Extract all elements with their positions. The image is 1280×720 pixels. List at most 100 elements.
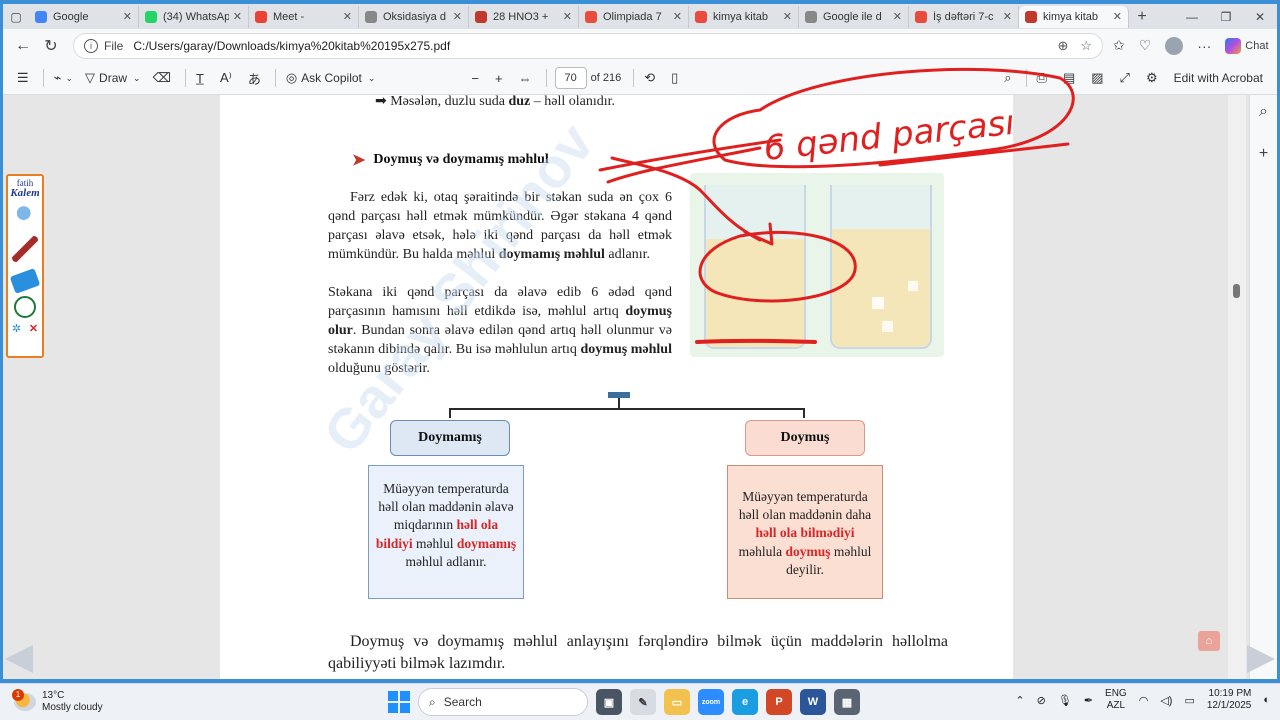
browser-tab[interactable]: Oksidasiya d ✕ bbox=[359, 5, 469, 28]
tab-close-icon[interactable]: ✕ bbox=[673, 10, 682, 23]
sidebar-add-icon[interactable]: + bbox=[1250, 145, 1277, 163]
save-icon[interactable]: ▤ bbox=[1057, 65, 1085, 91]
edge-browser-icon[interactable]: e bbox=[732, 689, 758, 715]
favorite-star-icon[interactable]: ☆ bbox=[1080, 38, 1092, 54]
kalem-logo: fatih Kalem bbox=[8, 178, 42, 199]
zoom-icon[interactable]: ⊕ bbox=[1057, 38, 1068, 54]
pen-menu-icon[interactable]: ✒ bbox=[1084, 694, 1093, 707]
minimize-icon[interactable]: — bbox=[1175, 10, 1209, 24]
pointer-hand-icon[interactable] bbox=[12, 204, 38, 230]
browser-tab[interactable]: 28 HNO3 + ✕ bbox=[469, 5, 579, 28]
browser-tab[interactable]: İş dəftəri 7-c ✕ bbox=[909, 5, 1019, 28]
search-pdf-icon[interactable]: ⌕ bbox=[998, 65, 1021, 91]
fullscreen-icon[interactable]: ⤢ bbox=[1114, 65, 1140, 91]
next-page-arrow[interactable] bbox=[1247, 645, 1275, 673]
scrollbar-thumb[interactable] bbox=[1233, 284, 1240, 298]
acrobat-icon[interactable]: ⌂ bbox=[1198, 631, 1220, 651]
settings-gear-icon[interactable]: ⚙ bbox=[1140, 65, 1168, 91]
tab-close-icon[interactable]: ✕ bbox=[453, 10, 462, 23]
more-options-icon[interactable]: ··· bbox=[1197, 38, 1211, 54]
pen-tool-taskbar-icon[interactable]: ✎ bbox=[630, 689, 656, 715]
rotate-icon[interactable]: ⟲ bbox=[638, 65, 665, 91]
top-line-text: ➡ Məsələn, duzlu suda bbox=[375, 95, 509, 109]
microphone-icon[interactable]: 🎙 bbox=[1058, 694, 1072, 707]
wifi-icon[interactable]: ◠ bbox=[1139, 694, 1149, 707]
eraser-tool-icon[interactable] bbox=[9, 268, 41, 294]
kalem-close-icon[interactable]: ✕ bbox=[29, 322, 38, 335]
tab-close-icon[interactable]: ✕ bbox=[563, 10, 572, 23]
kalem-brand-bottom: Kalem bbox=[10, 187, 40, 199]
file-explorer-icon[interactable]: ▭ bbox=[664, 689, 690, 715]
text-box-icon[interactable]: T̲ bbox=[190, 65, 214, 91]
vertical-scrollbar[interactable] bbox=[1228, 95, 1246, 679]
browser-essentials-icon[interactable]: ♡ bbox=[1139, 37, 1152, 54]
translate-icon[interactable]: あ bbox=[242, 65, 271, 91]
browser-tab[interactable]: kimya kitab ✕ bbox=[1019, 5, 1129, 28]
task-view-icon[interactable]: ▣ bbox=[596, 689, 622, 715]
tab-close-icon[interactable]: ✕ bbox=[1113, 10, 1122, 23]
volume-icon[interactable]: ◁) bbox=[1160, 694, 1172, 707]
browser-tab[interactable]: Google ile d ✕ bbox=[799, 5, 909, 28]
browser-tab[interactable]: Meet - ✕ bbox=[249, 5, 359, 28]
tab-close-icon[interactable]: ✕ bbox=[343, 10, 352, 23]
tab-actions-icon[interactable]: ▢ bbox=[3, 4, 29, 29]
fit-page-icon[interactable]: ⇔ bbox=[513, 65, 542, 91]
tab-favicon-icon bbox=[1025, 10, 1037, 23]
weather-widget[interactable]: 1 13°C Mostly cloudy bbox=[12, 689, 144, 714]
browser-tab[interactable]: (34) WhatsApp ✕ bbox=[139, 5, 249, 28]
url-text[interactable]: C:/Users/garay/Downloads/kimya%20kitab%2… bbox=[133, 39, 1045, 53]
info-icon[interactable]: i bbox=[84, 38, 98, 53]
refresh-icon[interactable]: ↻ bbox=[37, 32, 65, 60]
pen-icon[interactable] bbox=[12, 236, 38, 262]
profile-avatar[interactable] bbox=[1165, 36, 1184, 55]
maximize-icon[interactable]: ❐ bbox=[1209, 10, 1243, 24]
tab-close-icon[interactable]: ✕ bbox=[233, 10, 242, 23]
shapes-tool-icon[interactable] bbox=[14, 296, 36, 318]
page-number-input[interactable]: 70 bbox=[554, 67, 587, 89]
desc-text: Müəyyən temperaturda həll olan maddənin … bbox=[738, 489, 872, 523]
browser-tab[interactable]: kimya kitab ✕ bbox=[689, 5, 799, 28]
browser-tab[interactable]: Google ✕ bbox=[29, 5, 139, 28]
save-as-icon[interactable]: ▨ bbox=[1085, 65, 1113, 91]
battery-icon[interactable]: ▭ bbox=[1184, 694, 1194, 707]
read-aloud-icon[interactable]: A⁾ bbox=[214, 65, 242, 91]
favorites-icon[interactable]: ✩ bbox=[1113, 37, 1125, 54]
ask-copilot-button[interactable]: ◎ Ask Copilot ⌄ bbox=[280, 65, 382, 91]
zoom-app-icon[interactable]: zoom bbox=[698, 689, 724, 715]
back-icon[interactable]: ← bbox=[9, 32, 37, 60]
zoom-out-icon[interactable]: − bbox=[465, 65, 489, 91]
zoom-in-icon[interactable]: + bbox=[489, 65, 513, 91]
address-bar: ← ↻ i File C:/Users/garay/Downloads/kimy… bbox=[3, 29, 1277, 62]
url-field[interactable]: i File C:/Users/garay/Downloads/kimya%20… bbox=[73, 32, 1103, 59]
highlight-button[interactable]: ⌁ ⌄ bbox=[48, 65, 79, 91]
show-hidden-icons-chevron-icon[interactable]: ⌃ bbox=[1015, 694, 1024, 707]
print-icon[interactable]: ⎙ bbox=[1031, 65, 1057, 91]
tab-close-icon[interactable]: ✕ bbox=[123, 10, 132, 23]
edit-with-acrobat-button[interactable]: Edit with Acrobat bbox=[1168, 65, 1269, 91]
network-off-icon[interactable]: ⊘ bbox=[1037, 694, 1046, 707]
tab-close-icon[interactable]: ✕ bbox=[893, 10, 902, 23]
tab-close-icon[interactable]: ✕ bbox=[783, 10, 792, 23]
notifications-icon[interactable]: ◐ bbox=[1263, 694, 1270, 706]
pdf-viewer[interactable]: ➡ Məsələn, duzlu suda duz – həll olanıdı… bbox=[3, 95, 1249, 679]
page-view-icon[interactable]: ▯ bbox=[665, 65, 688, 91]
input-language[interactable]: ENG AZL bbox=[1105, 688, 1127, 712]
eraser-icon[interactable]: ⌫ bbox=[147, 65, 181, 91]
kalem-settings-icon[interactable]: ✲ bbox=[12, 322, 21, 335]
tab-close-icon[interactable]: ✕ bbox=[1003, 10, 1012, 23]
taskbar-search[interactable]: ⌕ Search bbox=[418, 688, 588, 716]
draw-button[interactable]: ▽ Draw ⌄ bbox=[79, 65, 147, 91]
previous-page-arrow[interactable] bbox=[5, 645, 33, 673]
new-tab-button[interactable]: + bbox=[1129, 8, 1155, 26]
close-window-icon[interactable]: ✕ bbox=[1243, 10, 1277, 24]
calculator-icon[interactable]: ▦ bbox=[834, 689, 860, 715]
start-button[interactable] bbox=[388, 691, 410, 713]
word-icon[interactable]: W bbox=[800, 689, 826, 715]
powerpoint-icon[interactable]: P bbox=[766, 689, 792, 715]
copilot-chat-button[interactable]: Chat bbox=[1225, 37, 1269, 54]
sidebar-search-icon[interactable]: ⌕ bbox=[1250, 103, 1277, 121]
browser-tab[interactable]: Olimpiada 7 ✕ bbox=[579, 5, 689, 28]
tab-favicon-icon bbox=[35, 10, 47, 23]
table-of-contents-icon[interactable]: ☰ bbox=[11, 65, 39, 91]
clock[interactable]: 10:19 PM 12/1/2025 bbox=[1207, 688, 1252, 712]
